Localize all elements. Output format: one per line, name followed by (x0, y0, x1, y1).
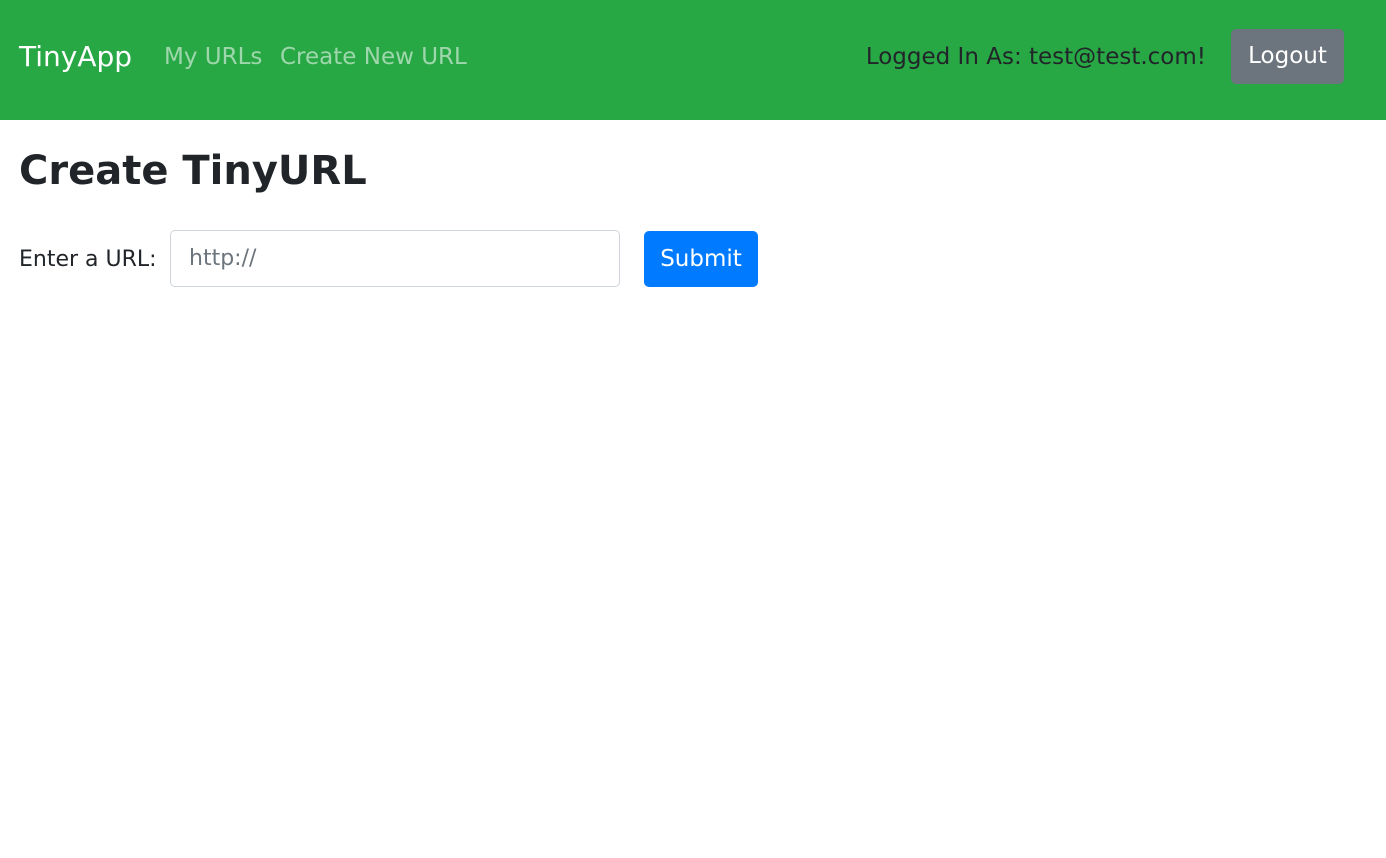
url-field-label: Enter a URL: (19, 247, 157, 272)
submit-button[interactable]: Submit (644, 231, 758, 287)
url-input[interactable] (170, 230, 620, 287)
page-title: Create TinyURL (19, 148, 367, 194)
nav-link-create-new-url[interactable]: Create New URL (280, 42, 467, 72)
logged-in-user-text: Logged In As: test@test.com! (865, 44, 1206, 70)
nav-link-my-urls[interactable]: My URLs (164, 42, 262, 72)
brand-link[interactable]: TinyApp (19, 39, 132, 75)
navbar: TinyApp My URLs Create New URL Logged In… (0, 0, 1386, 120)
logout-button[interactable]: Logout (1231, 29, 1344, 84)
